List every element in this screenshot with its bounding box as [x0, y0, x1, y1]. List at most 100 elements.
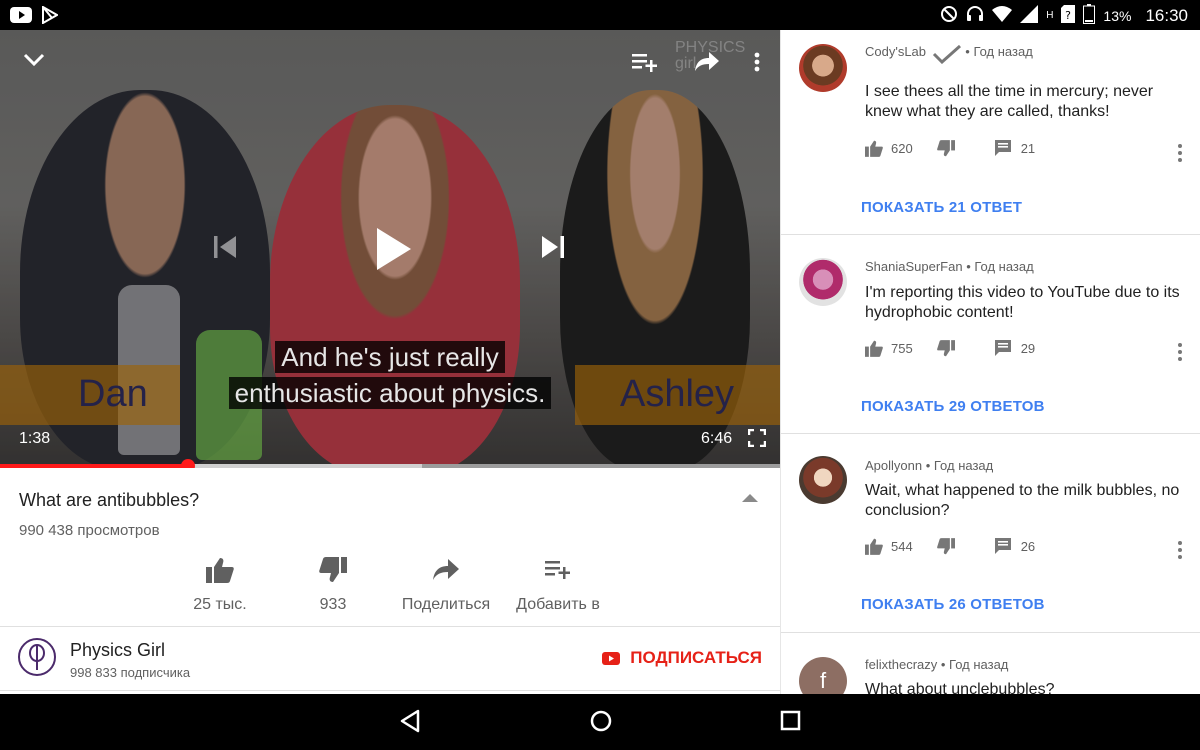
subscribe-label: ПОДПИСАТЬСЯ	[630, 648, 762, 667]
channel-avatar[interactable]	[18, 638, 56, 676]
add-to-playlist-button[interactable]	[632, 52, 658, 77]
dislike-count: 933	[319, 596, 347, 613]
comment-meta: felixthecrazy • Год назад	[865, 657, 1009, 672]
dislike-button[interactable]: 933	[273, 556, 393, 614]
comment-author[interactable]: felixthecrazy	[865, 657, 937, 672]
show-replies-button[interactable]: ПОКАЗАТЬ 26 ОТВЕТОВ	[861, 596, 1045, 613]
battery-percent: 13%	[1103, 7, 1132, 24]
verified-check-icon	[932, 44, 961, 65]
show-replies-button[interactable]: ПОКАЗАТЬ 21 ОТВЕТ	[861, 199, 1022, 216]
channel-name[interactable]: Physics Girl	[70, 640, 165, 661]
comment-meta: Cody'sLab • Год назад	[865, 44, 1033, 65]
comment-icon	[994, 538, 1011, 554]
comment-item: Cody'sLab • Год назад I see thees all th…	[781, 30, 1200, 235]
collapse-details-icon[interactable]	[742, 494, 758, 502]
subtitle-line-2: enthusiastic about physics.	[0, 377, 780, 409]
divider	[0, 690, 780, 691]
comment-like-count: 755	[891, 341, 913, 356]
share-icon	[695, 52, 719, 71]
playlist-add-icon	[545, 561, 570, 579]
fullscreen-icon	[747, 428, 767, 448]
thumb-down-icon	[319, 557, 347, 582]
share-label: Поделиться	[401, 596, 491, 613]
comment-like-button[interactable]: 544	[865, 538, 913, 555]
avatar-letter: f	[819, 668, 827, 693]
home-button[interactable]	[588, 708, 614, 739]
comment-reply-count: 26	[1020, 539, 1036, 554]
previous-button[interactable]	[212, 234, 238, 265]
comment-dislike-button[interactable]	[936, 140, 955, 157]
video-player[interactable]: Dan Ashley PHYSICS girl And he's just re…	[0, 30, 780, 467]
thumb-down-icon	[936, 140, 955, 157]
comment-item: f felixthecrazy • Год назад What about u…	[781, 633, 1200, 694]
back-button[interactable]	[398, 708, 422, 739]
fullscreen-button[interactable]	[747, 428, 767, 452]
comment-reply-button[interactable]: 29	[994, 340, 1035, 357]
comment-like-button[interactable]: 755	[865, 340, 913, 357]
network-type: H	[1046, 10, 1054, 21]
back-triangle-icon	[400, 709, 420, 733]
view-count: 990 438 просмотров	[19, 522, 160, 539]
do-not-disturb-icon	[940, 5, 958, 26]
comment-actions: 620 21	[865, 140, 1035, 157]
comment-text: I see thees all the time in mercury; nev…	[865, 83, 1154, 120]
thumb-up-icon	[865, 340, 883, 357]
recents-square-icon	[780, 710, 801, 731]
comment-icon	[994, 140, 1011, 156]
subtitle-text-1: And he's just really	[275, 341, 505, 373]
comment-actions: 755 29	[865, 340, 1035, 357]
like-count: 25 тыс.	[193, 596, 247, 613]
divider	[0, 626, 780, 627]
subtitle-line-1: And he's just really	[0, 341, 780, 373]
comment-text: Wait, what happened to the milk bubbles,…	[865, 482, 1180, 519]
avatar[interactable]	[799, 456, 847, 504]
subscriber-count: 998 833 подписчика	[70, 665, 191, 680]
next-button[interactable]	[540, 234, 566, 265]
thumb-up-icon	[865, 538, 883, 555]
more-options-button[interactable]	[754, 52, 760, 77]
avatar[interactable]	[799, 44, 847, 92]
minimize-button[interactable]	[22, 50, 46, 73]
comment-icon	[994, 340, 1011, 356]
wifi-icon	[992, 6, 1013, 25]
play-button[interactable]	[375, 226, 413, 277]
comment-meta: Apollyonn • Год назад	[865, 458, 994, 473]
home-circle-icon	[590, 710, 612, 732]
avatar[interactable]: f	[799, 657, 847, 694]
comment-more-button[interactable]	[1177, 144, 1183, 162]
navigation-bar	[0, 694, 1200, 750]
comment-more-button[interactable]	[1177, 541, 1183, 559]
youtube-icon	[602, 651, 621, 665]
avatar[interactable]	[799, 258, 847, 306]
comment-time: Год назад	[933, 458, 994, 473]
comment-author[interactable]: Apollyonn	[865, 458, 922, 473]
comment-meta: ShaniaSuperFan • Год назад	[865, 259, 1034, 274]
like-button[interactable]: 25 тыс.	[160, 556, 280, 614]
comment-author[interactable]: Cody'sLab	[865, 44, 926, 59]
comment-reply-button[interactable]: 26	[994, 538, 1036, 555]
thumb-up-icon	[865, 140, 883, 157]
subtitle-text-2: enthusiastic about physics.	[228, 377, 552, 409]
comment-more-button[interactable]	[1177, 343, 1183, 361]
comment-dislike-button[interactable]	[936, 340, 955, 357]
comment-author[interactable]: ShaniaSuperFan	[865, 259, 963, 274]
subscribe-button[interactable]: ПОДПИСАТЬСЯ	[602, 648, 762, 668]
duration: 6:46	[701, 430, 733, 447]
add-to-button[interactable]: Добавить в	[498, 556, 618, 614]
share-button[interactable]	[695, 52, 719, 77]
share-icon	[433, 559, 459, 580]
comment-time: Год назад	[949, 657, 1009, 672]
comment-reply-button[interactable]: 21	[994, 140, 1035, 157]
battery-icon	[1083, 4, 1096, 27]
svg-text:?: ?	[1066, 9, 1072, 22]
play-icon	[377, 228, 411, 270]
comment-like-button[interactable]: 620	[865, 140, 913, 157]
thumb-down-icon	[936, 340, 955, 357]
show-replies-button[interactable]: ПОКАЗАТЬ 29 ОТВЕТОВ	[861, 398, 1045, 415]
recents-button[interactable]	[779, 708, 803, 739]
clock: 16:30	[1145, 5, 1188, 25]
comments-panel[interactable]: Cody'sLab • Год назад I see thees all th…	[780, 30, 1200, 694]
share-action-button[interactable]: Поделиться	[386, 556, 506, 614]
comment-actions: 544 26	[865, 538, 1035, 555]
comment-dislike-button[interactable]	[936, 538, 955, 555]
